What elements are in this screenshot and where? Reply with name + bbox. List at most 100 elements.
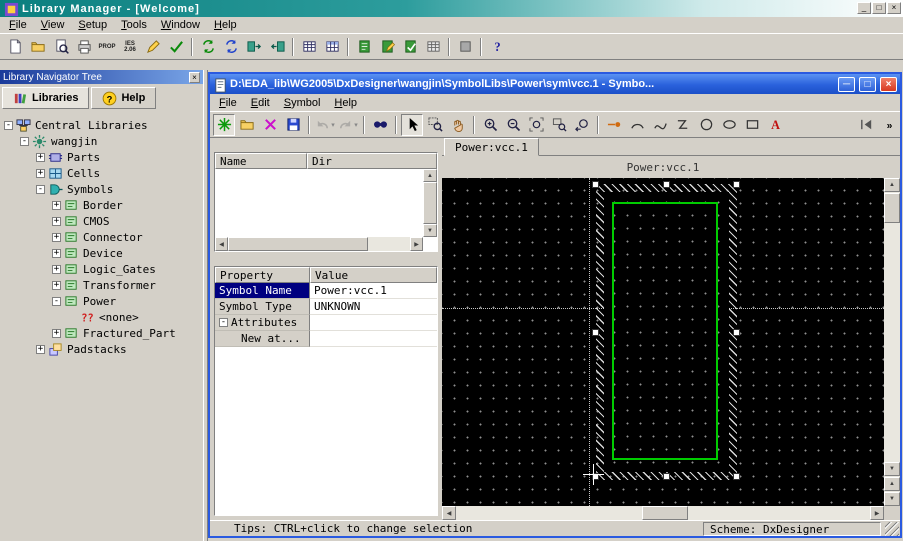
collapse-icon[interactable]: -	[36, 185, 45, 194]
zoom-out-button[interactable]	[502, 114, 524, 136]
partition-table-button[interactable]	[321, 36, 343, 58]
verify-check-button[interactable]	[165, 36, 187, 58]
menu-setup[interactable]: Setup	[71, 17, 114, 33]
save-button[interactable]	[282, 114, 304, 136]
property-row-new-at[interactable]: New at...	[215, 331, 437, 347]
page-down-icon[interactable]: ▼	[884, 492, 900, 506]
tab-help[interactable]: ? Help	[91, 87, 156, 109]
expand-icon[interactable]: +	[36, 169, 45, 178]
property-name-cell[interactable]: Symbol Name	[215, 283, 310, 299]
new-symbol-button[interactable]	[213, 114, 235, 136]
new-doc-button[interactable]	[4, 36, 26, 58]
redo-button[interactable]: ▾	[337, 114, 359, 136]
expand-icon[interactable]: +	[52, 201, 61, 210]
child-close-button[interactable]: ×	[880, 77, 897, 92]
zoom-area-button[interactable]	[424, 114, 446, 136]
zoom-selection-button[interactable]	[548, 114, 570, 136]
tree-item-border[interactable]: +Border	[0, 197, 203, 213]
page-up-icon[interactable]: ▲	[884, 477, 900, 491]
scroll-left-icon[interactable]: ◀	[215, 237, 228, 251]
tree-item-none[interactable]: ??<none>	[0, 309, 203, 325]
property-value-cell[interactable]	[310, 315, 437, 331]
property-name-cell[interactable]: New at...	[215, 331, 310, 347]
print-preview-button[interactable]	[50, 36, 72, 58]
select-arrow-button[interactable]	[401, 114, 423, 136]
selection-handle[interactable]	[733, 181, 740, 188]
selection-handle[interactable]	[592, 329, 599, 336]
more-tools-button[interactable]: »	[878, 114, 900, 136]
symbol-canvas[interactable]	[442, 178, 884, 506]
selection-handle[interactable]	[663, 473, 670, 480]
add-arc-button[interactable]	[626, 114, 648, 136]
add-text-button[interactable]: A	[764, 114, 786, 136]
tree-item-symbols[interactable]: -Symbols	[0, 181, 203, 197]
sym-menu-edit[interactable]: Edit	[244, 95, 277, 111]
tree-item-padstacks[interactable]: +Padstacks	[0, 341, 203, 357]
sym-menu-symbol[interactable]: Symbol	[277, 95, 328, 111]
open-folder-button[interactable]	[27, 36, 49, 58]
add-circle-button[interactable]	[695, 114, 717, 136]
selection-handle[interactable]	[733, 473, 740, 480]
close-symbol-button[interactable]	[259, 114, 281, 136]
minimize-button[interactable]: _	[857, 2, 871, 14]
collapse-icon[interactable]: -	[4, 121, 13, 130]
print-button[interactable]	[73, 36, 95, 58]
collapse-icon[interactable]: -	[52, 297, 61, 306]
column-value[interactable]: Value	[310, 267, 437, 283]
stop-button[interactable]	[454, 36, 476, 58]
sym-menu-help[interactable]: Help	[327, 95, 364, 111]
close-button[interactable]: ×	[887, 2, 901, 14]
property-value-cell[interactable]	[310, 331, 437, 347]
add-rectangle-button[interactable]	[741, 114, 763, 136]
book-export-button[interactable]	[353, 36, 375, 58]
column-dir[interactable]: Dir	[307, 153, 437, 169]
tree-item-parts[interactable]: +Parts	[0, 149, 203, 165]
find-button[interactable]	[369, 114, 391, 136]
add-zigzag-button[interactable]	[672, 114, 694, 136]
pan-hand-button[interactable]	[447, 114, 469, 136]
property-row-symbol-type[interactable]: Symbol TypeUNKNOWN	[215, 299, 437, 315]
selection-handle[interactable]	[592, 181, 599, 188]
scroll-thumb[interactable]	[884, 193, 900, 223]
scroll-up-icon[interactable]: ▲	[423, 169, 437, 182]
symbol-list[interactable]: Name Dir ▲ ▼ ◀ ▶	[214, 152, 438, 252]
maximize-button[interactable]: □	[872, 2, 886, 14]
scroll-thumb[interactable]	[423, 182, 437, 224]
canvas-horizontal-scrollbar[interactable]: ◀ ▶	[442, 506, 884, 520]
menu-help[interactable]: Help	[207, 17, 244, 33]
tree-item-cells[interactable]: +Cells	[0, 165, 203, 181]
child-maximize-button[interactable]: □	[859, 77, 876, 92]
add-pin-button[interactable]	[603, 114, 625, 136]
update-library-button[interactable]	[220, 36, 242, 58]
property-name-cell[interactable]: -Attributes	[215, 315, 310, 331]
edit-pencil-button[interactable]	[142, 36, 164, 58]
property-row-attributes[interactable]: -Attributes	[215, 315, 437, 331]
tree-item-central-libraries[interactable]: -Central Libraries	[0, 117, 203, 133]
scroll-down-icon[interactable]: ▼	[423, 224, 437, 237]
tree-item-power[interactable]: -Power	[0, 293, 203, 309]
selection-handle[interactable]	[663, 181, 670, 188]
property-grid[interactable]: Property Value Symbol NamePower:vcc.1Sym…	[214, 266, 438, 516]
collapse-icon[interactable]: -	[20, 137, 29, 146]
scroll-right-icon[interactable]: ▶	[410, 237, 423, 251]
dropdown-arrow-icon[interactable]: ▾	[331, 121, 335, 129]
menu-window[interactable]: Window	[154, 17, 207, 33]
tab-libraries[interactable]: Libraries	[2, 87, 89, 109]
menu-file[interactable]: File	[2, 17, 34, 33]
dropdown-arrow-icon[interactable]: ▾	[354, 121, 358, 129]
symbol-window-titlebar[interactable]: D:\EDA_lib\WG2005\DxDesigner\wangjin\Sym…	[210, 74, 900, 94]
expand-icon[interactable]: +	[52, 265, 61, 274]
zoom-previous-button[interactable]	[571, 114, 593, 136]
tree-item-connector[interactable]: +Connector	[0, 229, 203, 245]
column-property[interactable]: Property	[215, 267, 310, 283]
expand-icon[interactable]: +	[52, 329, 61, 338]
expand-icon[interactable]: +	[36, 153, 45, 162]
zoom-in-button[interactable]	[479, 114, 501, 136]
scroll-right-icon[interactable]: ▶	[870, 506, 884, 520]
list-horizontal-scrollbar[interactable]: ◀ ▶	[215, 237, 423, 251]
tree-item-cmos[interactable]: +CMOS	[0, 213, 203, 229]
book-verify-button[interactable]	[399, 36, 421, 58]
zoom-full-button[interactable]	[525, 114, 547, 136]
grid-button[interactable]	[422, 36, 444, 58]
scroll-thumb[interactable]	[228, 237, 368, 251]
